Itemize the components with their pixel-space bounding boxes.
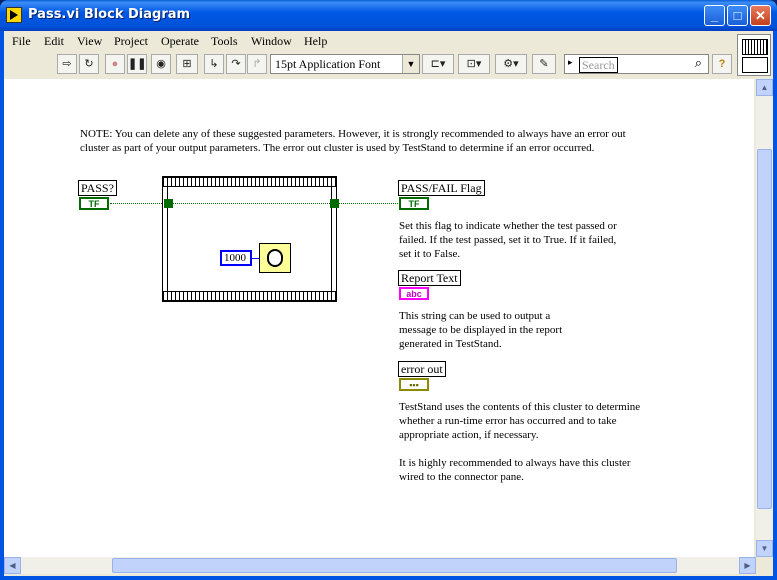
wire-const[interactable] [251,258,259,259]
passfail-label: PASS/FAIL Flag [398,180,485,196]
reorder-icon[interactable]: ⚙▾ [495,54,527,74]
step-out-icon[interactable]: ↱ [247,54,267,74]
run-arrow-icon[interactable]: ⇨ [57,54,77,74]
scroll-down-icon[interactable]: ▼ [756,540,773,557]
title-bar[interactable]: Pass.vi Block Diagram _ □ ✕ [0,0,777,31]
search-icon[interactable]: ⌕ [695,55,702,71]
run-continuously-icon[interactable]: ↻ [79,54,99,74]
menu-help[interactable]: Help [304,34,327,49]
report-text-description: This string can be used to output a mess… [399,310,563,350]
window-client: File Edit View Project Operate Tools Win… [4,31,773,576]
labview-vi-icon [6,7,22,23]
menu-view[interactable]: View [77,34,102,49]
report-text-label: Report Text [398,270,461,286]
vertical-scroll-thumb[interactable] [757,149,772,509]
retain-wire-values-icon[interactable]: ⊞ [176,54,198,74]
menu-window[interactable]: Window [251,34,292,49]
menu-file[interactable]: File [12,34,31,49]
pass-bool-control[interactable]: TF [79,197,109,210]
step-over-icon[interactable]: ↷ [226,54,246,74]
scroll-up-icon[interactable]: ▲ [756,79,773,96]
horizontal-scroll-thumb[interactable] [112,558,677,573]
menu-tools[interactable]: Tools [211,34,238,49]
horizontal-scrollbar[interactable]: ◀ ▶ [4,557,756,574]
toolbar: ⇨ ↻ ● ❚❚ ◉ ⊞ ↳ ↷ ↱ 15pt Application Font… [4,51,737,79]
search-input[interactable]: ▸ Search ⌕ [564,54,709,74]
menu-operate[interactable]: Operate [161,34,199,49]
abort-icon[interactable]: ● [105,54,125,74]
vertical-scrollbar[interactable]: ▲ ▼ [756,79,773,557]
report-text-indicator[interactable]: abc [399,287,429,300]
highlight-execution-icon[interactable]: ◉ [151,54,171,74]
menu-bar: File Edit View Project Operate Tools Win… [4,31,737,51]
wire-in[interactable] [110,203,168,204]
close-button[interactable]: ✕ [750,5,771,26]
passfail-description: Set this flag to indicate whether the te… [399,220,617,260]
error-out-indicator[interactable]: ▪▪▪ [399,378,429,391]
clean-up-diagram-icon[interactable]: ✎ [532,54,556,74]
flat-sequence-structure[interactable] [162,176,337,302]
wait-ms-constant[interactable]: 1000 [220,250,252,266]
pause-icon[interactable]: ❚❚ [127,54,147,74]
scroll-left-icon[interactable]: ◀ [4,557,21,574]
sequence-film-top [163,177,336,187]
scroll-right-icon[interactable]: ▶ [739,557,756,574]
menu-project[interactable]: Project [114,34,148,49]
wait-ms-function[interactable] [259,243,291,273]
chevron-down-icon: ▼ [402,55,419,73]
connector-pane-advice: It is highly recommended to always have … [399,457,631,483]
expand-icon: ▸ [568,57,573,67]
passfail-indicator[interactable]: TF [399,197,429,210]
maximize-button[interactable]: □ [727,5,748,26]
search-placeholder: Search [579,57,618,73]
window-title: Pass.vi Block Diagram [28,7,191,22]
help-icon[interactable]: ? [712,54,732,74]
minimize-button[interactable]: _ [704,5,725,26]
wire-out[interactable] [338,203,402,204]
connector-pane-icon[interactable] [737,34,771,76]
menu-edit[interactable]: Edit [44,34,64,49]
wire-through[interactable] [170,203,332,204]
distribute-objects-icon[interactable]: ⊡▾ [458,54,490,74]
watch-icon [267,249,283,267]
error-out-description: TestStand uses the contents of this clus… [399,401,641,441]
pass-label: PASS? [78,180,117,196]
block-diagram-canvas[interactable]: NOTE: You can delete any of these sugges… [4,79,754,557]
font-selector-value: 15pt Application Font [275,57,381,71]
app-window: Pass.vi Block Diagram _ □ ✕ File Edit Vi… [0,0,777,580]
note-text: NOTE: You can delete any of these sugges… [80,128,626,154]
step-into-icon[interactable]: ↳ [204,54,224,74]
error-out-label: error out [398,361,446,377]
font-selector[interactable]: 15pt Application Font ▼ [270,54,420,74]
align-objects-icon[interactable]: ⊏▾ [422,54,454,74]
sequence-film-bottom [163,291,336,301]
